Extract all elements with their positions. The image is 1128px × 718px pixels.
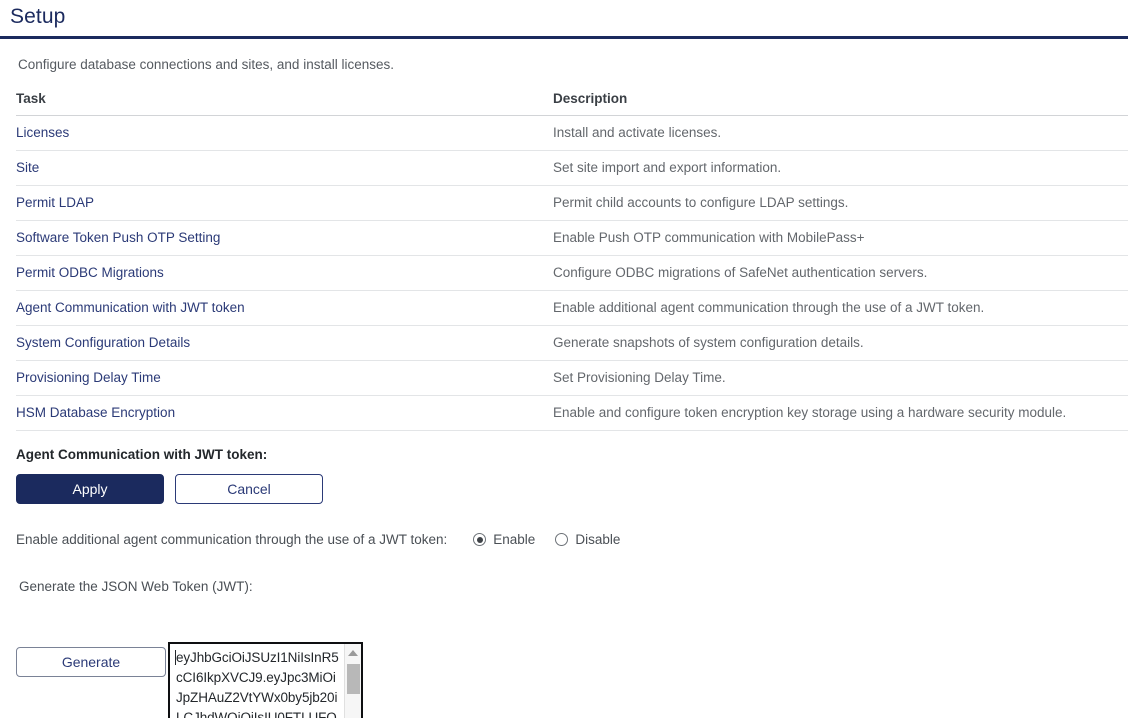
table-row: Permit LDAP Permit child accounts to conf…	[16, 185, 1128, 221]
task-link[interactable]: System Configuration Details	[16, 335, 190, 350]
task-link[interactable]: Agent Communication with JWT token	[16, 300, 245, 315]
table-row: Provisioning Delay Time Set Provisioning …	[16, 360, 1128, 396]
radio-enable-icon[interactable]	[473, 533, 487, 546]
description-cell: Set site import and export information.	[553, 150, 1128, 186]
action-button-row: Apply Cancel	[0, 462, 1128, 504]
task-cell: Agent Communication with JWT token	[16, 290, 553, 326]
jwt-generate-row: Generate eyJhbGciOiJSUzI1NiIsInR5cCI6Ikp…	[0, 594, 1128, 718]
description-cell: Generate snapshots of system configurati…	[553, 325, 1128, 361]
task-cell: Site	[16, 150, 553, 186]
description-cell: Configure ODBC migrations of SafeNet aut…	[553, 255, 1128, 291]
jwt-enable-question: Enable additional agent communication th…	[16, 532, 448, 547]
task-cell: Permit ODBC Migrations	[16, 255, 553, 291]
description-cell: Enable additional agent communication th…	[553, 290, 1128, 326]
page-header: Setup	[0, 0, 1128, 39]
description-cell: Install and activate licenses.	[553, 115, 1128, 151]
radio-disable-label: Disable	[575, 532, 621, 547]
intro-description: Configure database connections and sites…	[18, 57, 394, 72]
jwt-enable-toggle-row: Enable additional agent communication th…	[0, 504, 1128, 547]
description-cell: Set Provisioning Delay Time.	[553, 360, 1128, 396]
table-row: Licenses Install and activate licenses.	[16, 115, 1128, 151]
radio-disable-icon[interactable]	[555, 533, 569, 546]
task-cell: System Configuration Details	[16, 325, 553, 361]
scrollbar-thumb[interactable]	[347, 664, 360, 694]
task-cell: Provisioning Delay Time	[16, 360, 553, 396]
table-row: HSM Database Encryption Enable and config…	[16, 395, 1128, 431]
task-link[interactable]: Provisioning Delay Time	[16, 370, 161, 385]
column-header-description: Description	[553, 88, 1128, 116]
table-header-row: Task Description	[16, 88, 1128, 116]
apply-button[interactable]: Apply	[16, 474, 164, 504]
description-cell: Enable Push OTP communication with Mobil…	[553, 220, 1128, 256]
task-link[interactable]: Permit ODBC Migrations	[16, 265, 164, 280]
radio-enable-label: Enable	[493, 532, 536, 547]
task-cell: Licenses	[16, 115, 553, 151]
task-cell: Software Token Push OTP Setting	[16, 220, 553, 256]
task-link[interactable]: Site	[16, 160, 39, 175]
jwt-token-textarea-wrapper[interactable]: eyJhbGciOiJSUzI1NiIsInR5cCI6IkpXVCJ9.eyJ…	[168, 642, 363, 718]
section-title: Agent Communication with JWT token:	[16, 447, 268, 462]
table-row: Software Token Push OTP Setting Enable Pu…	[16, 220, 1128, 256]
page-title: Setup	[10, 5, 66, 28]
task-cell: HSM Database Encryption	[16, 395, 553, 431]
task-link[interactable]: Permit LDAP	[16, 195, 94, 210]
setup-task-table: Task Description Licenses Install and act…	[16, 88, 1128, 431]
radio-option-enable[interactable]: Enable	[473, 532, 535, 547]
column-header-task: Task	[16, 88, 553, 116]
task-link[interactable]: Software Token Push OTP Setting	[16, 230, 220, 245]
table-row: Site Set site import and export informati…	[16, 150, 1128, 186]
task-link[interactable]: HSM Database Encryption	[16, 405, 175, 420]
jwt-textarea-scrollbar[interactable]	[344, 644, 361, 718]
generate-button[interactable]: Generate	[16, 647, 166, 677]
description-cell: Permit child accounts to configure LDAP …	[553, 185, 1128, 221]
table-row: Permit ODBC Migrations Configure ODBC mig…	[16, 255, 1128, 291]
table-row: Agent Communication with JWT token Enable…	[16, 290, 1128, 326]
jwt-token-textarea[interactable]: eyJhbGciOiJSUzI1NiIsInR5cCI6IkpXVCJ9.eyJ…	[170, 644, 344, 718]
task-link[interactable]: Licenses	[16, 125, 69, 140]
description-cell: Enable and configure token encryption ke…	[553, 395, 1128, 431]
scroll-up-arrow-icon[interactable]	[345, 644, 362, 661]
task-cell: Permit LDAP	[16, 185, 553, 221]
text-cursor	[175, 650, 176, 665]
cancel-button[interactable]: Cancel	[175, 474, 323, 504]
table-row: System Configuration Details Generate sna…	[16, 325, 1128, 361]
radio-option-disable[interactable]: Disable	[555, 532, 620, 547]
jwt-generate-label: Generate the JSON Web Token (JWT):	[19, 579, 253, 594]
